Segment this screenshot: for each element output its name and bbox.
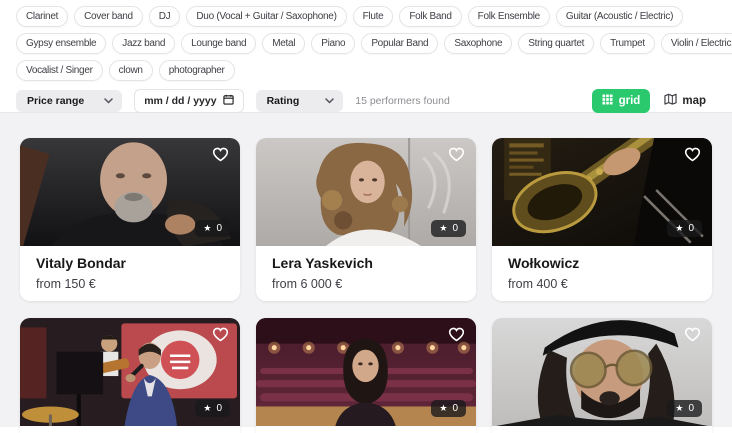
favorite-heart-icon[interactable]	[212, 147, 229, 162]
favorite-heart-icon[interactable]	[684, 147, 701, 162]
rating-badge: ★ 0	[667, 400, 702, 417]
card-photo: ★ 0	[256, 318, 476, 426]
filter-chip-gypsy-ensemble[interactable]: Gypsy ensemble	[16, 33, 106, 54]
card-info: Vitaly Bondar from 150 €	[20, 246, 240, 301]
performer-name: Vitaly Bondar	[36, 256, 224, 271]
card-info: Wołkowicz from 400 €	[492, 246, 712, 301]
rating-badge: ★ 0	[667, 220, 702, 237]
rating-badge: ★ 0	[195, 400, 230, 417]
filter-chip-guitar[interactable]: Guitar (Acoustic / Electric)	[556, 6, 683, 27]
chip-row-1: Clarinet Cover band DJ Duo (Vocal + Guit…	[16, 6, 722, 27]
filter-chip-trumpet[interactable]: Trumpet	[600, 33, 655, 54]
chevron-down-icon	[325, 95, 334, 107]
performer-card-6[interactable]: ★ 0	[492, 318, 712, 433]
star-icon: ★	[675, 404, 683, 413]
card-photo: ★ 0	[492, 318, 712, 426]
card-info	[492, 426, 712, 433]
performer-price: from 400 €	[508, 278, 696, 291]
date-input[interactable]: mm / dd / yyyy	[134, 89, 243, 113]
performer-price: from 6 000 €	[272, 278, 460, 291]
performer-name: Wołkowicz	[508, 256, 696, 271]
price-range-label: Price range	[27, 95, 84, 107]
rating-select[interactable]: Rating	[256, 90, 344, 112]
star-icon: ★	[203, 404, 211, 413]
filter-chip-duo[interactable]: Duo (Vocal + Guitar / Saxophone)	[186, 6, 346, 27]
view-toggle: grid map	[592, 89, 706, 113]
rating-value: 0	[216, 223, 222, 234]
rating-badge: ★ 0	[195, 220, 230, 237]
favorite-heart-icon[interactable]	[212, 327, 229, 342]
results-toolbar: Price range mm / dd / yyyy Rating 15 per…	[16, 89, 722, 112]
chip-row-2: Gypsy ensemble Jazz band Lounge band Met…	[16, 33, 722, 54]
filter-chip-popular-band[interactable]: Popular Band	[361, 33, 438, 54]
filter-chip-vocalist[interactable]: Vocalist / Singer	[16, 60, 103, 81]
filter-chip-lounge-band[interactable]: Lounge band	[181, 33, 256, 54]
chip-row-3: Vocalist / Singer clown photographer	[16, 60, 722, 81]
card-info	[256, 426, 476, 433]
map-view-button[interactable]: map	[664, 93, 706, 108]
filter-chip-saxophone[interactable]: Saxophone	[444, 33, 512, 54]
performer-price: from 150 €	[36, 278, 224, 291]
favorite-heart-icon[interactable]	[448, 147, 465, 162]
filter-chip-clarinet[interactable]: Clarinet	[16, 6, 68, 27]
performer-card-4[interactable]: ★ 0	[20, 318, 240, 433]
results-area: ★ 0 Vitaly Bondar from 150 €	[0, 112, 732, 427]
filter-chip-folk-ensemble[interactable]: Folk Ensemble	[468, 6, 550, 27]
card-info	[20, 426, 240, 433]
performer-card-5[interactable]: ★ 0	[256, 318, 476, 433]
rating-badge: ★ 0	[431, 220, 466, 237]
filter-chip-jazz-band[interactable]: Jazz band	[112, 33, 175, 54]
performer-card-vitaly-bondar[interactable]: ★ 0 Vitaly Bondar from 150 €	[20, 138, 240, 301]
grid-view-button[interactable]: grid	[592, 89, 651, 113]
card-photo: ★ 0	[256, 138, 476, 246]
star-icon: ★	[203, 224, 211, 233]
filter-chip-flute[interactable]: Flute	[353, 6, 394, 27]
grid-button-label: grid	[619, 95, 641, 107]
filter-chip-cover-band[interactable]: Cover band	[74, 6, 143, 27]
favorite-heart-icon[interactable]	[448, 327, 465, 342]
favorite-heart-icon[interactable]	[684, 327, 701, 342]
rating-value: 0	[452, 223, 458, 234]
rating-badge: ★ 0	[431, 400, 466, 417]
filter-header: Clarinet Cover band DJ Duo (Vocal + Guit…	[0, 0, 732, 112]
date-placeholder: mm / dd / yyyy	[144, 95, 216, 107]
map-button-label: map	[682, 95, 706, 107]
rating-value: 0	[688, 403, 694, 414]
rating-value: 0	[216, 403, 222, 414]
chevron-down-icon	[104, 95, 113, 107]
performer-grid: ★ 0 Vitaly Bondar from 150 €	[20, 138, 712, 433]
filter-chip-piano[interactable]: Piano	[311, 33, 355, 54]
performer-card-wolkowicz[interactable]: ★ 0 Wołkowicz from 400 €	[492, 138, 712, 301]
map-icon	[664, 93, 677, 108]
filter-chip-clown[interactable]: clown	[109, 60, 153, 81]
filter-chip-folk-band[interactable]: Folk Band	[399, 6, 461, 27]
card-info: Lera Yaskevich from 6 000 €	[256, 246, 476, 301]
filter-chip-photographer[interactable]: photographer	[159, 60, 235, 81]
performer-name: Lera Yaskevich	[272, 256, 460, 271]
rating-label: Rating	[267, 95, 300, 107]
filter-chip-string-quartet[interactable]: String quartet	[518, 33, 594, 54]
rating-value: 0	[688, 223, 694, 234]
filter-chip-metal[interactable]: Metal	[262, 33, 305, 54]
price-range-select[interactable]: Price range	[16, 90, 122, 112]
card-photo: ★ 0	[492, 138, 712, 246]
star-icon: ★	[439, 224, 447, 233]
grid-icon	[602, 94, 613, 108]
rating-value: 0	[452, 403, 458, 414]
filter-chip-dj[interactable]: DJ	[149, 6, 181, 27]
calendar-icon	[223, 94, 234, 108]
star-icon: ★	[439, 404, 447, 413]
star-icon: ★	[675, 224, 683, 233]
results-count: 15 performers found	[355, 95, 450, 107]
performer-card-lera-yaskevich[interactable]: ★ 0 Lera Yaskevich from 6 000 €	[256, 138, 476, 301]
card-photo: ★ 0	[20, 138, 240, 246]
card-photo: ★ 0	[20, 318, 240, 426]
filter-chip-violin[interactable]: Violin / Electric Violin	[661, 33, 732, 54]
